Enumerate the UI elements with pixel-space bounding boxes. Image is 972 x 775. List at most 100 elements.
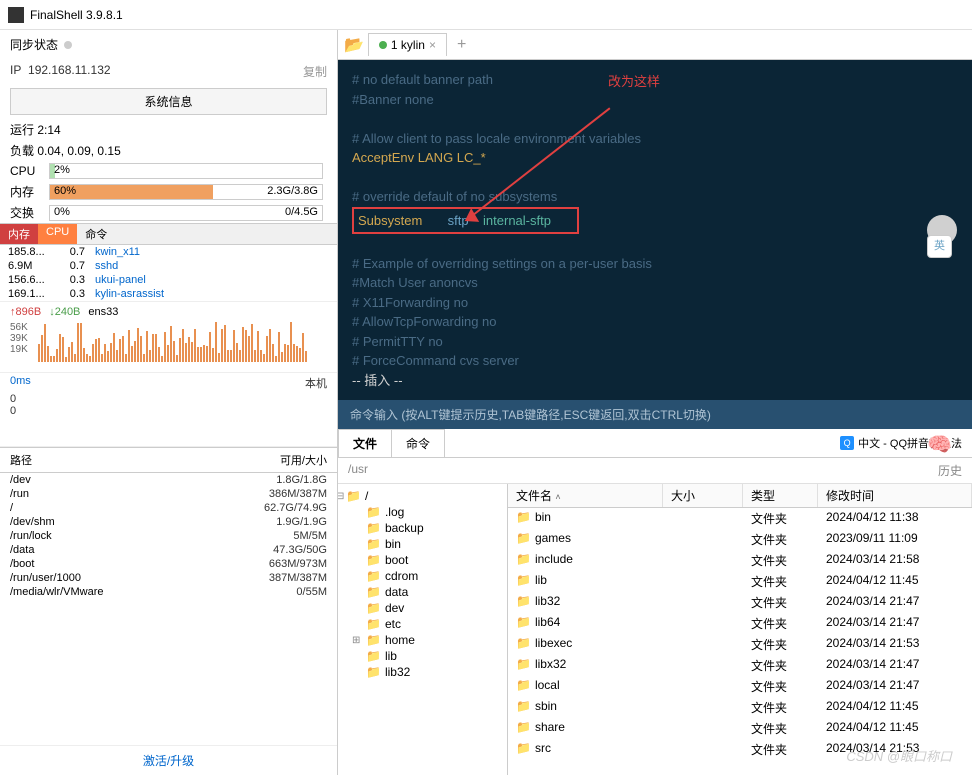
swap-row: 交换 0%0/4.5G — [0, 202, 337, 223]
path-bar[interactable]: /usr 历史 — [338, 458, 972, 484]
lang-badge[interactable]: 英 — [927, 235, 952, 258]
disk-row[interactable]: /boot663M/973M — [0, 557, 337, 571]
new-tab-button[interactable]: + — [451, 36, 472, 54]
session-tab[interactable]: 1 kylin × — [368, 33, 447, 56]
folder-icon: 📁 — [516, 594, 531, 608]
folder-icon: 📁 — [516, 720, 531, 734]
disk-header: 路径可用/大小 — [0, 447, 337, 473]
process-row[interactable]: 6.9M0.7sshd — [0, 259, 337, 273]
folder-icon: 📁 — [516, 636, 531, 650]
tab-files[interactable]: 文件 — [338, 429, 392, 457]
session-tab-bar: 📂 1 kylin × + — [338, 30, 972, 60]
file-row[interactable]: 📁share文件夹2024/04/12 11:45 — [508, 718, 972, 739]
folder-icon: 📁 — [366, 505, 381, 519]
tree-item[interactable]: 📁backup — [338, 520, 507, 536]
info-panel: 同步状态 IP 192.168.11.132 复制 系统信息 运行 2:14 负… — [0, 30, 338, 775]
file-row[interactable]: 📁lib64文件夹2024/03/14 21:47 — [508, 613, 972, 634]
activate-link[interactable]: 激活/升级 — [0, 745, 337, 775]
tree-item[interactable]: 📁boot — [338, 552, 507, 568]
process-list: 185.8...0.7kwin_x116.9M0.7sshd156.6...0.… — [0, 245, 337, 301]
process-header: 内存 CPU 命令 — [0, 223, 337, 245]
cpu-row: CPU 2% — [0, 161, 337, 181]
watermark: CSDN @眼口称口 — [846, 746, 952, 765]
file-row[interactable]: 📁include文件夹2024/03/14 21:58 — [508, 550, 972, 571]
terminal[interactable]: 改为这样 英 🧠 # no default banner path#Banner… — [338, 60, 972, 400]
file-list-header[interactable]: 文件名 ˄ 大小 类型 修改时间 — [508, 484, 972, 508]
collapse-icon[interactable]: ⊟ — [338, 491, 344, 502]
sync-status: 同步状态 — [0, 30, 337, 59]
folder-icon: 📁 — [366, 521, 381, 535]
status-dot-icon — [379, 41, 387, 49]
tab-commands[interactable]: 命令 — [391, 429, 445, 457]
system-info-button[interactable]: 系统信息 — [10, 88, 327, 115]
folder-icon: 📁 — [366, 617, 381, 631]
network-chart: 56K39K19K — [0, 322, 337, 372]
ip-label: IP 192.168.11.132 — [10, 63, 111, 80]
folder-icon: 📁 — [366, 553, 381, 567]
file-row[interactable]: 📁lib文件夹2024/04/12 11:45 — [508, 571, 972, 592]
disk-row[interactable]: /dev1.8G/1.8G — [0, 473, 337, 487]
disk-row[interactable]: /62.7G/74.9G — [0, 501, 337, 515]
tree-item[interactable]: ⊞📁home — [338, 632, 507, 648]
folder-icon: 📁 — [346, 489, 361, 503]
app-title: FinalShell 3.9.8.1 — [30, 8, 123, 22]
file-row[interactable]: 📁sbin文件夹2024/04/12 11:45 — [508, 697, 972, 718]
close-icon[interactable]: × — [429, 38, 436, 52]
tree-item[interactable]: 📁data — [338, 584, 507, 600]
file-row[interactable]: 📁libx32文件夹2024/03/14 21:47 — [508, 655, 972, 676]
copy-button[interactable]: 复制 — [303, 63, 327, 80]
disk-row[interactable]: /run386M/387M — [0, 487, 337, 501]
folder-icon: 📁 — [366, 633, 381, 647]
disk-list: /dev1.8G/1.8G/run386M/387M/62.7G/74.9G/d… — [0, 473, 337, 599]
brain-icon[interactable]: 🧠 — [927, 430, 952, 460]
folder-icon: 📁 — [366, 601, 381, 615]
tree-item[interactable]: 📁dev — [338, 600, 507, 616]
tree-item[interactable]: 📁etc — [338, 616, 507, 632]
history-button[interactable]: 历史 — [938, 462, 962, 479]
tree-root[interactable]: ⊟ 📁 / — [338, 488, 507, 504]
process-row[interactable]: 169.1...0.3kylin-asrassist — [0, 287, 337, 301]
folder-tree[interactable]: ⊟ 📁 / 📁.log📁backup📁bin📁boot📁cdrom📁data📁d… — [338, 484, 508, 775]
file-row[interactable]: 📁local文件夹2024/03/14 21:47 — [508, 676, 972, 697]
folder-icon: 📁 — [516, 699, 531, 713]
file-list[interactable]: 文件名 ˄ 大小 类型 修改时间 📁bin文件夹2024/04/12 11:38… — [508, 484, 972, 775]
folder-icon: 📁 — [516, 510, 531, 524]
file-row[interactable]: 📁games文件夹2023/09/11 11:09 — [508, 529, 972, 550]
command-input[interactable]: 命令输入 (按ALT键提示历史,TAB键路径,ESC键返回,双击CTRL切换) — [338, 400, 972, 429]
tree-item[interactable]: 📁lib — [338, 648, 507, 664]
expand-icon[interactable]: ⊞ — [352, 635, 360, 646]
bottom-tabs: 文件 命令 Q 中文 - QQ拼音输入法 — [338, 429, 972, 458]
sync-dot-icon — [64, 41, 72, 49]
app-icon — [8, 7, 24, 23]
folder-icon: 📁 — [516, 741, 531, 755]
folder-icon: 📁 — [366, 649, 381, 663]
folder-icon: 📁 — [366, 537, 381, 551]
network-stats: ↑896B ↓240B ens33 — [0, 301, 337, 322]
mem-row: 内存 60%2.3G/3.8G — [0, 181, 337, 202]
file-row[interactable]: 📁lib32文件夹2024/03/14 21:47 — [508, 592, 972, 613]
annotation-text: 改为这样 — [608, 72, 660, 92]
disk-row[interactable]: /data47.3G/50G — [0, 543, 337, 557]
open-folder-icon[interactable]: 📂 — [344, 35, 364, 55]
folder-icon: 📁 — [516, 552, 531, 566]
folder-icon: 📁 — [516, 657, 531, 671]
folder-icon: 📁 — [516, 531, 531, 545]
tree-item[interactable]: 📁cdrom — [338, 568, 507, 584]
disk-row[interactable]: /dev/shm1.9G/1.9G — [0, 515, 337, 529]
latency-row: 0ms本机 — [0, 372, 337, 393]
tree-item[interactable]: 📁bin — [338, 536, 507, 552]
process-row[interactable]: 185.8...0.7kwin_x11 — [0, 245, 337, 259]
disk-row[interactable]: /media/wlr/VMware0/55M — [0, 585, 337, 599]
file-row[interactable]: 📁libexec文件夹2024/03/14 21:53 — [508, 634, 972, 655]
sort-asc-icon[interactable]: ˄ — [555, 492, 560, 502]
process-row[interactable]: 156.6...0.3ukui-panel — [0, 273, 337, 287]
disk-row[interactable]: /run/lock5M/5M — [0, 529, 337, 543]
folder-icon: 📁 — [516, 615, 531, 629]
folder-icon: 📁 — [516, 573, 531, 587]
disk-row[interactable]: /run/user/1000387M/387M — [0, 571, 337, 585]
tree-item[interactable]: 📁lib32 — [338, 664, 507, 680]
folder-icon: 📁 — [366, 665, 381, 679]
tree-item[interactable]: 📁.log — [338, 504, 507, 520]
ime-icon: Q — [840, 436, 854, 450]
file-row[interactable]: 📁bin文件夹2024/04/12 11:38 — [508, 508, 972, 529]
